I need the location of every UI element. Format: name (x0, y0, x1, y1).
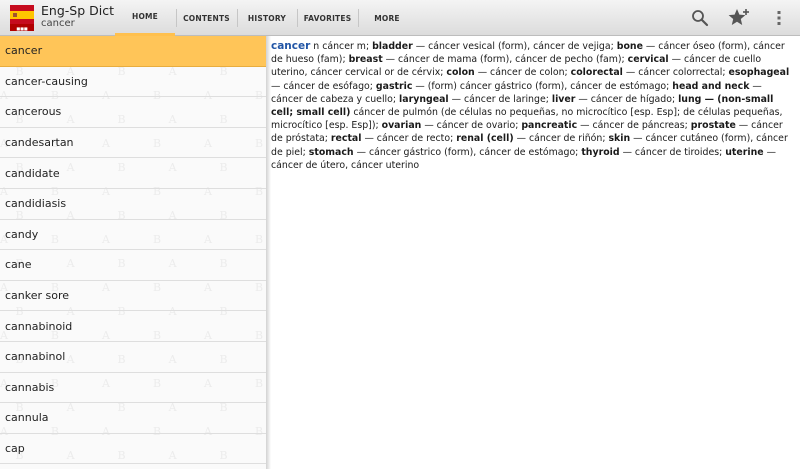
definition-translation: — cáncer de riñón; (513, 133, 609, 145)
tab-home[interactable]: HOME (115, 0, 175, 36)
list-item[interactable]: candesartan (0, 128, 266, 159)
app-title: Eng-Sp Dict (41, 3, 114, 18)
definition-term: ovarian (381, 120, 422, 132)
list-item[interactable]: candidiasis (0, 189, 266, 220)
definition-translation: — cáncer colorrectal; (622, 67, 729, 79)
definition-translation: — cáncer vesical (form), cáncer de vejig… (412, 41, 617, 52)
definition-translation: — cáncer de páncreas; (577, 120, 691, 132)
list-item[interactable]: cancer-causing (0, 67, 266, 98)
action-bar: ■■■ Eng-Sp Dict cancer HOME CONTENTS HIS… (0, 0, 800, 36)
definition-term: renal (cell) (456, 133, 514, 145)
definition-term: bladder (372, 41, 413, 52)
list-item[interactable]: cancerous (0, 97, 266, 128)
word-list[interactable]: A B A B A B A B A B A B A B A B A B A B … (0, 36, 266, 469)
definition-term: cervical (627, 54, 669, 66)
definition-term: colorectal (570, 67, 623, 79)
app-subtitle: cancer (41, 18, 75, 29)
definition-term: stomach (308, 146, 354, 158)
list-item[interactable]: cap (0, 434, 266, 465)
entry-body: n cáncer m; bladder — cáncer vesical (fo… (271, 41, 789, 171)
tab-history[interactable]: HISTORY (238, 0, 296, 36)
list-item[interactable]: cannabis (0, 373, 266, 404)
definition-text: cancer n cáncer m; bladder — cáncer vesi… (271, 40, 793, 172)
tab-more[interactable]: MORE (359, 0, 415, 36)
definition-term: prostate (690, 120, 736, 132)
entry-headword: cancer (271, 40, 311, 52)
list-item[interactable]: cannabinol (0, 342, 266, 373)
definition-term: laryngeal (399, 93, 449, 105)
definition-translation: — cáncer de mama (form), cáncer de pecho… (382, 54, 628, 66)
definition-translation: n cáncer m; (310, 41, 373, 52)
definition-translation: — cáncer de laringe; (448, 93, 552, 105)
definition-translation: — cáncer de tiroides; (619, 146, 726, 158)
definition-term: head and neck (672, 80, 750, 92)
list-item[interactable]: cannabinoid (0, 311, 266, 342)
definition-translation: — cáncer de recto; (361, 133, 457, 145)
definition-term: thyroid (581, 146, 620, 158)
definition-translation: — cáncer de colon; (474, 67, 571, 79)
list-item[interactable]: cane (0, 250, 266, 281)
search-icon[interactable] (688, 6, 712, 30)
definition-term: esophageal (728, 67, 790, 79)
definition-term: colon (446, 67, 475, 79)
definition-term: pancreatic (521, 120, 578, 132)
definition-term: bone (616, 41, 643, 52)
add-favorite-icon[interactable] (727, 6, 751, 30)
overflow-menu-icon[interactable] (767, 6, 791, 30)
definition-term: rectal (330, 133, 362, 145)
tab-favorites[interactable]: FAVORITES (298, 0, 357, 36)
definition-term: breast (348, 54, 383, 66)
definition-translation: — cáncer gástrico (form), cáncer de estó… (353, 146, 582, 158)
list-item[interactable]: canker sore (0, 281, 266, 312)
word-items: cancer cancer-causing cancerous candesartan… (0, 36, 266, 465)
definition-term: gastric (375, 80, 413, 92)
spanish-flag-dictionary-icon[interactable]: ■■■ (10, 5, 34, 31)
list-item[interactable]: candidate (0, 158, 266, 189)
definition-translation: — cáncer de ovario; (421, 120, 522, 132)
definition-term: liver (551, 93, 576, 105)
list-item[interactable]: candy (0, 220, 266, 251)
definition-term: uterine (725, 146, 764, 158)
definition-translation: — cáncer de esófago; (271, 80, 376, 92)
tab-contents[interactable]: CONTENTS (177, 0, 236, 36)
list-item[interactable]: cancer (0, 36, 266, 67)
list-item[interactable]: cannula (0, 403, 266, 434)
definition-translation: — (form) cáncer gástrico (form), cáncer … (412, 80, 673, 92)
svg-text:■■■: ■■■ (16, 26, 28, 31)
definition-translation: — cáncer de hígado; (575, 93, 679, 105)
definition-term: skin (608, 133, 631, 145)
